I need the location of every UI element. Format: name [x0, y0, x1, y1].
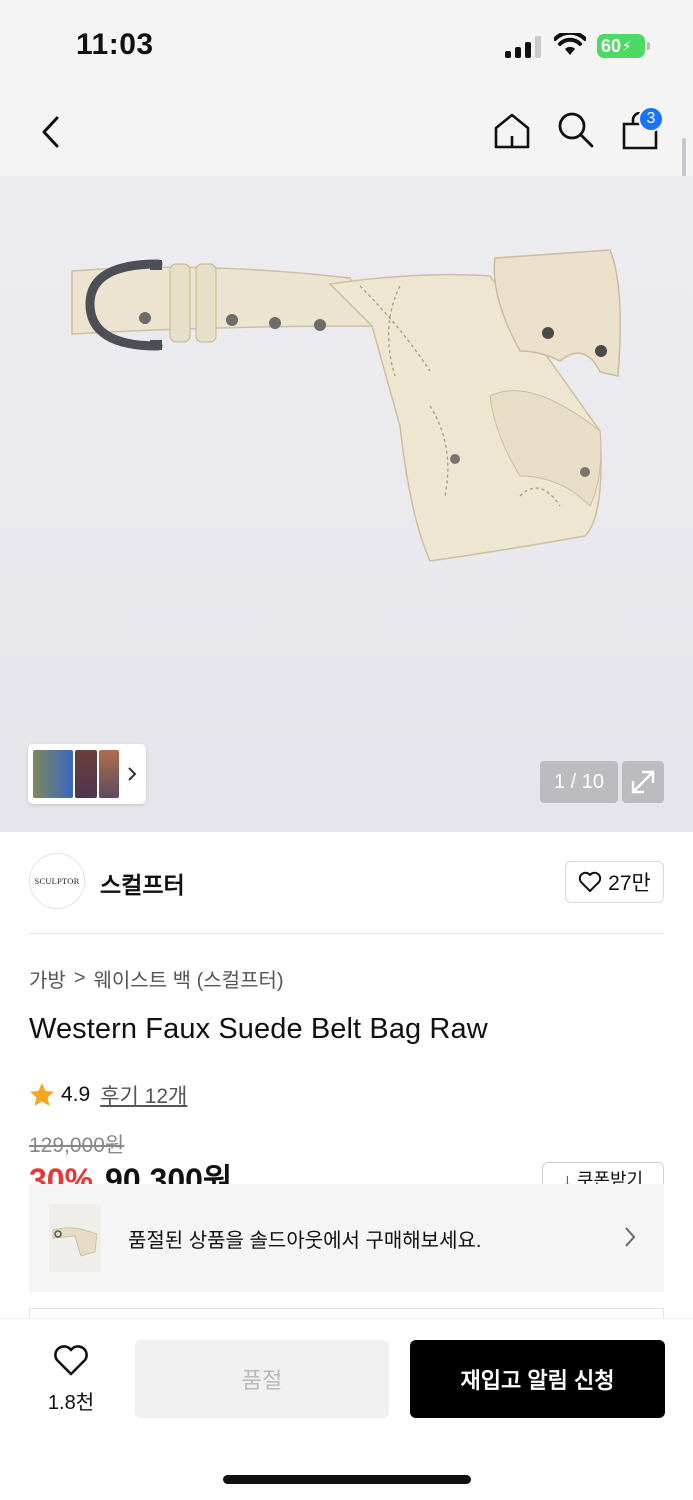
brand-logo-text: SCULPTOR — [34, 876, 80, 886]
image-counter: 1 / 10 — [540, 761, 618, 803]
brand-like-count: 27만 — [608, 872, 651, 895]
rating-score: 4.9 — [61, 1083, 91, 1106]
original-price: 129,000원 — [29, 1134, 125, 1157]
divider — [29, 933, 664, 934]
heart-icon — [578, 871, 602, 892]
home-indicator[interactable] — [223, 1475, 471, 1484]
belt-bag-illustration — [71, 249, 621, 562]
brand-logo[interactable]: SCULPTOR — [29, 853, 85, 909]
coupon-button[interactable]: ↓ 쿠폰받기 — [542, 1162, 664, 1186]
soldout-banner-text: 품절된 상품을 솔드아웃에서 구매해보세요. — [128, 1230, 482, 1252]
product-title: Western Faux Suede Belt Bag Raw — [29, 1013, 488, 1045]
discount-rate: 30% — [29, 1162, 94, 1184]
cellular-signal-icon — [505, 36, 543, 58]
banner-bag-image — [52, 1227, 98, 1257]
brand-name[interactable]: 스컬프터 — [100, 866, 185, 900]
thumbnail-strip[interactable] — [28, 744, 146, 804]
soldout-banner[interactable]: 품절된 상품을 솔드아웃에서 구매해보세요. — [29, 1184, 664, 1292]
brand-like-button[interactable]: 27만 — [565, 861, 664, 903]
breadcrumb: 가방 > 웨이스트 백 (스컬프터) — [29, 964, 284, 993]
sale-price-row: 30% 90,300원 — [29, 1160, 232, 1184]
review-link[interactable]: 후기 12개 — [100, 1080, 187, 1110]
expand-button[interactable] — [622, 761, 664, 803]
search-icon[interactable] — [556, 110, 596, 150]
back-arrow-icon[interactable] — [38, 114, 62, 150]
rating-row: 4.9 후기 12개 — [29, 1080, 187, 1110]
status-bar: 11:03 60 ⚡ — [0, 0, 693, 90]
chevron-right-icon — [625, 1227, 636, 1247]
star-icon — [30, 1083, 54, 1106]
chevron-right-icon[interactable] — [126, 766, 138, 782]
breadcrumb-category[interactable]: 가방 — [29, 964, 66, 993]
battery-level: 60 — [601, 35, 622, 56]
status-time: 11:03 — [76, 28, 154, 61]
breadcrumb-separator: > — [73, 967, 86, 989]
expand-icon — [631, 770, 655, 794]
thumbnail-1[interactable] — [33, 750, 73, 798]
battery-indicator: 60 ⚡ — [597, 34, 650, 58]
sale-price: 90,300원 — [105, 1162, 233, 1184]
breadcrumb-subcategory[interactable]: 웨이스트 백 (스컬프터) — [94, 964, 284, 993]
wifi-icon — [554, 33, 586, 55]
wishlist-button[interactable]: 1.8천 — [40, 1345, 102, 1415]
thumbnail-3[interactable] — [99, 750, 119, 798]
heart-icon — [54, 1345, 88, 1376]
soldout-button: 품절 — [135, 1340, 389, 1418]
cart-count-badge: 3 — [638, 106, 664, 132]
thumbnail-2[interactable] — [75, 750, 97, 798]
wishlist-count: 1.8천 — [47, 1392, 95, 1414]
home-icon[interactable] — [492, 110, 532, 150]
banner-product-thumbnail — [49, 1204, 101, 1272]
product-image[interactable] — [0, 176, 693, 832]
charging-icon: ⚡ — [622, 37, 632, 54]
restock-alert-button[interactable]: 재입고 알림 신청 — [410, 1340, 665, 1418]
top-nav — [0, 90, 693, 176]
